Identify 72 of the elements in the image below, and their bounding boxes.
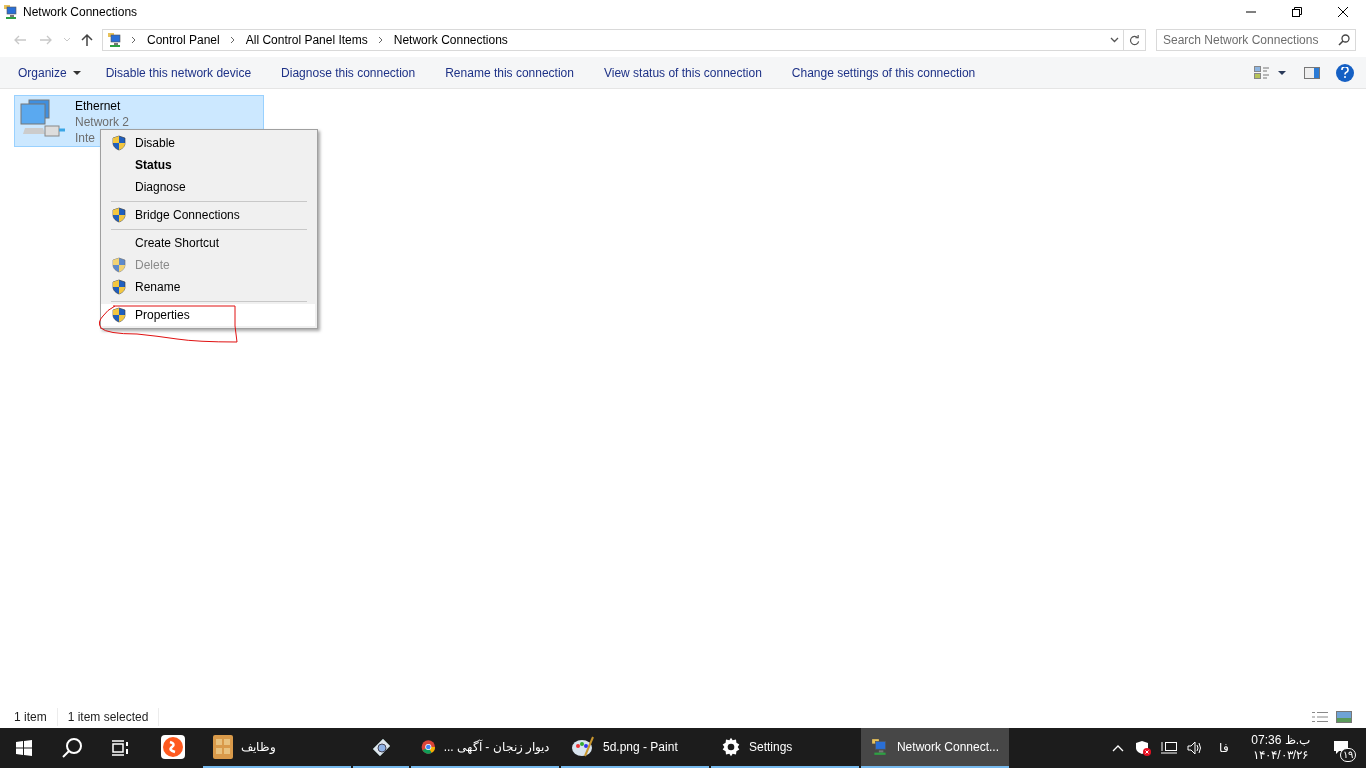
close-icon [1338, 7, 1348, 17]
status-text: 1 item selected [67, 708, 160, 726]
menu-item[interactable]: Create Shortcut [101, 232, 315, 254]
chevron-icon [131, 36, 137, 44]
taskbar-app-button[interactable]: 5d.png - Paint [561, 728, 709, 768]
menu-item[interactable]: Diagnose [101, 176, 315, 198]
caret-icon [63, 37, 71, 43]
chevron-icon [377, 36, 384, 44]
shield-icon [111, 307, 127, 323]
breadcrumb-item[interactable]: Control Panel [147, 31, 220, 49]
taskbar-app-button[interactable]: ... دیوار زنجان - آگهی [411, 728, 559, 768]
network-icon[interactable] [1161, 741, 1178, 755]
preview-pane-icon [1304, 66, 1320, 79]
help-button[interactable] [1336, 63, 1354, 82]
view-options-button[interactable] [1252, 65, 1288, 80]
settings-icon [721, 737, 741, 757]
taskbar-app-button[interactable]: Settings [711, 728, 859, 768]
address-field[interactable]: Control Panel All Control Panel Items Network Connections [102, 29, 1146, 51]
details-view-button[interactable] [1312, 711, 1328, 723]
back-arrow-icon [13, 33, 27, 47]
windows-logo-icon [16, 740, 32, 756]
help-icon [1341, 67, 1349, 78]
search-icon [61, 737, 83, 759]
palette-icon [571, 735, 595, 759]
forward-arrow-icon [39, 33, 53, 47]
large-icons-icon [1336, 711, 1352, 723]
caret-icon [72, 70, 81, 75]
command-button[interactable]: Disable this network device [90, 63, 267, 82]
command-button[interactable]: Change settings of this connection [776, 63, 991, 82]
show-hidden-icons-button[interactable] [1111, 744, 1126, 752]
search-icon [1338, 34, 1350, 46]
menu-item[interactable]: Status [101, 154, 315, 176]
network-name: Network 2 [75, 114, 130, 130]
chevron-icon [229, 36, 236, 44]
command-button[interactable]: View status of this connection [588, 63, 777, 82]
action-center-button[interactable]: ۱۹ [1326, 733, 1356, 763]
notes-icon [213, 735, 233, 759]
organize-menu[interactable]: Organize [8, 63, 91, 82]
menu-item[interactable]: Rename [101, 276, 315, 298]
taskbar-app-button[interactable]: Network Connect... [861, 728, 1009, 768]
breadcrumb-item[interactable]: Network Connections [393, 31, 508, 49]
shield-icon [111, 135, 127, 151]
chevron-up-icon [1112, 744, 1125, 752]
command-button[interactable]: Rename this connection [430, 63, 589, 82]
status-text: 1 item [14, 708, 58, 726]
app-logo-icon [161, 735, 185, 759]
up-arrow-icon [81, 33, 93, 47]
details-view-icon [1254, 65, 1270, 80]
control-panel-icon [107, 32, 123, 48]
restore-icon [1292, 7, 1302, 17]
window-icon [3, 4, 19, 20]
taskbar-app-button[interactable]: وظايف [203, 728, 351, 768]
clock[interactable]: 07:36 ب.ظ ۱۴۰۴/۰۳/۲۶ [1245, 733, 1316, 763]
menu-item[interactable]: Properties [101, 304, 315, 326]
caret-icon [1109, 37, 1119, 43]
menu-item[interactable]: Bridge Connections [101, 204, 315, 226]
search-field[interactable]: Search Network Connections [1156, 29, 1356, 51]
shield-icon [111, 257, 127, 273]
window-title: Network Connections [23, 4, 138, 21]
breadcrumb-item[interactable]: All Control Panel Items [245, 31, 368, 49]
task-view-icon [111, 740, 129, 756]
security-shield-icon[interactable] [1135, 740, 1152, 756]
connection-status: Inte [75, 130, 95, 146]
shield-icon [111, 279, 127, 295]
connection-name: Ethernet [75, 98, 121, 114]
caret-icon [1278, 70, 1286, 75]
volume-icon[interactable] [1187, 741, 1204, 755]
details-list-icon [1312, 711, 1328, 723]
input-language[interactable]: فا [1213, 739, 1236, 757]
command-button[interactable]: Diagnose this connection [266, 63, 431, 82]
refresh-icon [1129, 34, 1140, 46]
shield-icon [111, 207, 127, 223]
